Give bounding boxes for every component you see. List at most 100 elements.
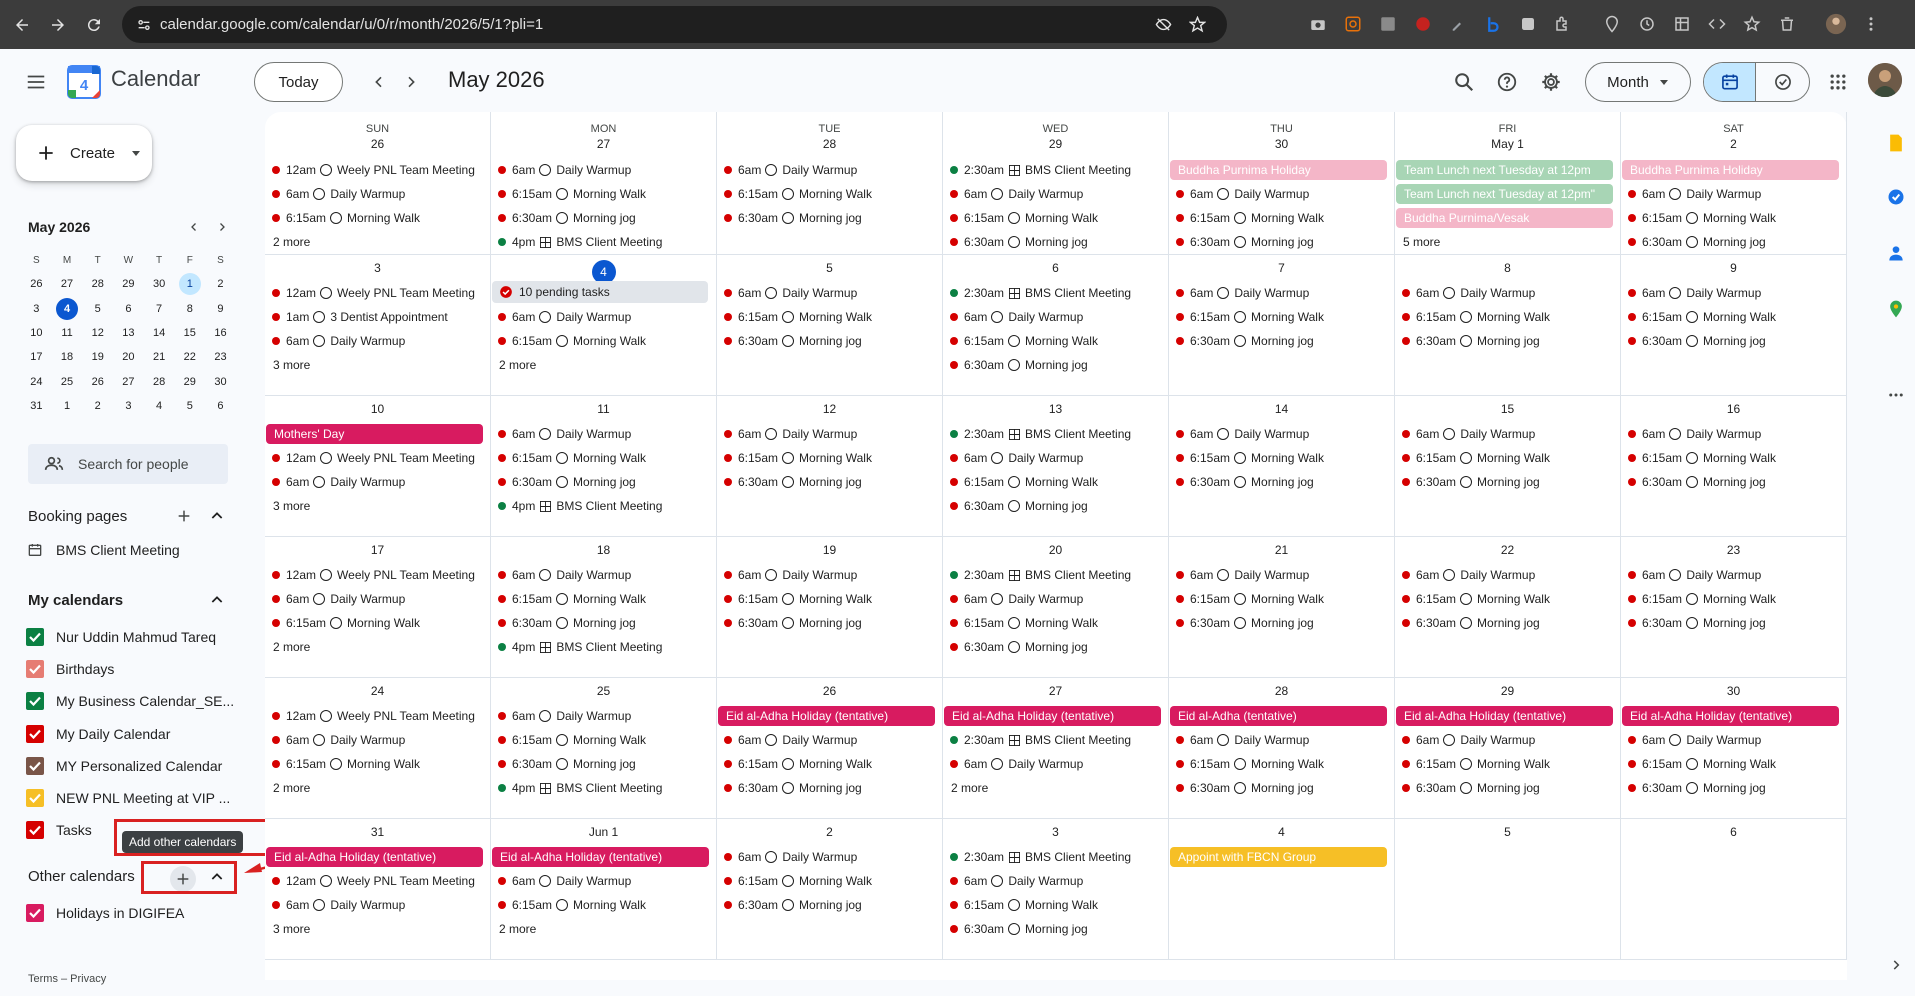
mini-day[interactable]: 25 — [52, 369, 83, 393]
calendar-event[interactable]: 6:30am Morning jog — [950, 355, 1161, 375]
calendar-event[interactable]: 6:15am Morning Walk — [498, 448, 709, 468]
day-cell[interactable]: 14 6am Daily Warmup 6:15am Morning Walk 6:30a… — [1169, 396, 1395, 537]
day-cell[interactable]: 28 Eid al-Adha (tentative) 6am Daily Warmup… — [1169, 678, 1395, 819]
day-number[interactable]: 4 — [1169, 825, 1394, 839]
dropper-extension-icon[interactable] — [1445, 11, 1470, 36]
day-cell[interactable]: 6 2:30am BMS Client Meeting 6am Daily Warmup… — [943, 255, 1169, 396]
booking-page-item[interactable]: BMS Client Meeting — [26, 541, 180, 559]
calendar-event[interactable]: 12am Weely PNL Team Meeting — [272, 706, 483, 726]
all-day-event[interactable]: Buddha Purnima Holiday — [1170, 160, 1387, 180]
back-icon[interactable] — [8, 11, 36, 39]
calendar-event[interactable]: 6:15am Morning Walk — [1402, 589, 1613, 609]
all-day-event[interactable]: Eid al-Adha Holiday (tentative) — [1622, 706, 1839, 726]
checkbox-checked-icon[interactable] — [26, 724, 44, 743]
day-number[interactable]: 10 — [265, 402, 490, 416]
all-day-event[interactable]: Eid al-Adha Holiday (tentative) — [266, 847, 483, 867]
all-day-event[interactable]: Eid al-Adha (tentative) — [1170, 706, 1387, 726]
mini-day[interactable]: 3 — [21, 297, 52, 321]
calendar-event[interactable]: 6:30am Morning jog — [1628, 472, 1839, 492]
calendar-event[interactable]: 6am Daily Warmup — [272, 895, 483, 915]
day-number[interactable]: 29 — [943, 137, 1168, 151]
day-number[interactable]: 22 — [1395, 543, 1620, 557]
calendar-event[interactable]: 6:30am Morning jog — [1402, 472, 1613, 492]
calendar-event[interactable]: 4pm BMS Client Meeting — [498, 637, 709, 657]
day-number[interactable]: 28 — [1169, 684, 1394, 698]
calendar-event[interactable]: 6am Daily Warmup — [724, 160, 935, 180]
mini-day[interactable]: 20 — [113, 345, 144, 369]
more-events-link[interactable]: 5 more — [1403, 235, 1440, 249]
day-number[interactable]: 2 — [717, 825, 942, 839]
calendar-event[interactable]: 6:15am Morning Walk — [1402, 307, 1613, 327]
calendar-event[interactable]: 4pm BMS Client Meeting — [498, 496, 709, 516]
calendar-event[interactable]: 6:15am Morning Walk — [498, 730, 709, 750]
calendar-event[interactable]: 6:30am Morning jog — [724, 778, 935, 798]
day-number[interactable]: 13 — [943, 402, 1168, 416]
day-number[interactable]: 6 — [1621, 825, 1846, 839]
calendar-event[interactable]: 6:30am Morning jog — [1628, 613, 1839, 633]
day-cell[interactable]: SAT 2 Buddha Purnima Holiday 6am Daily Warmu… — [1621, 112, 1847, 255]
calendar-event[interactable]: 6:30am Morning jog — [1176, 613, 1387, 633]
mini-prev-chevron-icon[interactable] — [184, 217, 204, 237]
day-number[interactable]: 23 — [1621, 543, 1846, 557]
calendar-list-item[interactable]: My Business Calendar_SE... — [26, 689, 234, 713]
calendar-event[interactable]: 6:30am Morning jog — [950, 496, 1161, 516]
day-cell[interactable]: 11 6am Daily Warmup 6:15am Morning Walk 6:30a… — [491, 396, 717, 537]
calendar-event[interactable]: 6:30am Morning jog — [1176, 331, 1387, 351]
day-cell[interactable]: 5 — [1395, 819, 1621, 960]
day-cell[interactable]: MON 27 6am Daily Warmup 6:15am Morning Walk 6:… — [491, 112, 717, 255]
calendar-event[interactable]: 6am Daily Warmup — [1402, 565, 1613, 585]
day-cell[interactable]: 7 6am Daily Warmup 6:15am Morning Walk 6:30am… — [1169, 255, 1395, 396]
day-number[interactable]: 16 — [1621, 402, 1846, 416]
calendar-event[interactable]: 6am Daily Warmup — [1176, 565, 1387, 585]
day-number[interactable]: 9 — [1621, 261, 1846, 275]
calendar-event[interactable]: 6:30am Morning jog — [498, 754, 709, 774]
keep-icon[interactable] — [1883, 130, 1909, 156]
mini-day[interactable]: 12 — [82, 321, 113, 345]
s-extension-icon[interactable] — [1410, 11, 1435, 36]
day-number[interactable]: 2 — [1621, 137, 1846, 151]
calendar-event[interactable]: 6:15am Morning Walk — [1628, 307, 1839, 327]
day-number[interactable]: 29 — [1395, 684, 1620, 698]
calendar-event[interactable]: 6am Daily Warmup — [498, 706, 709, 726]
calendar-event[interactable]: 6:15am Morning Walk — [1628, 589, 1839, 609]
day-number[interactable]: 5 — [1395, 825, 1620, 839]
maps-icon[interactable] — [1883, 296, 1909, 322]
puzzle-extension-icon[interactable] — [1550, 11, 1575, 36]
day-number[interactable]: 26 — [265, 137, 490, 151]
calendar-event[interactable]: 6am Daily Warmup — [1402, 424, 1613, 444]
search-people-input[interactable]: Search for people — [28, 444, 228, 484]
calendar-event[interactable]: 2:30am BMS Client Meeting — [950, 730, 1161, 750]
calendar-event[interactable]: 6:15am Morning Walk — [1176, 208, 1387, 228]
mini-day[interactable]: 2 — [205, 272, 236, 296]
eye-slash-icon[interactable] — [1153, 14, 1173, 34]
help-icon[interactable] — [1493, 68, 1521, 96]
calendar-view-icon[interactable] — [1704, 63, 1757, 101]
day-number[interactable]: 6 — [943, 261, 1168, 275]
mini-day[interactable]: 22 — [174, 345, 205, 369]
calendar-event[interactable]: 6am Daily Warmup — [1628, 184, 1839, 204]
all-day-event[interactable]: Eid al-Adha Holiday (tentative) — [718, 706, 935, 726]
calendar-event[interactable]: 6:15am Morning Walk — [272, 613, 483, 633]
all-day-event[interactable]: Buddha Purnima Holiday — [1622, 160, 1839, 180]
calendar-event[interactable]: 6am Daily Warmup — [272, 730, 483, 750]
mini-day[interactable]: 26 — [82, 369, 113, 393]
other-calendars-title[interactable]: Other calendars — [28, 868, 135, 885]
pending-tasks-chip[interactable]: 10 pending tasks — [492, 281, 708, 303]
day-cell[interactable]: 17 12am Weely PNL Team Meeting 6am Daily War… — [265, 537, 491, 678]
day-cell[interactable]: 12 6am Daily Warmup 6:15am Morning Walk 6:30a… — [717, 396, 943, 537]
calendar-event[interactable]: 6am Daily Warmup — [498, 424, 709, 444]
checkbox-checked-icon[interactable] — [26, 789, 44, 807]
calendar-event[interactable]: 6:15am Morning Walk — [1176, 448, 1387, 468]
mini-day[interactable]: 27 — [52, 272, 83, 296]
grammar-extension-icon[interactable] — [1340, 11, 1365, 36]
calendar-event[interactable]: 6am Daily Warmup — [272, 589, 483, 609]
day-number[interactable]: 25 — [491, 684, 716, 698]
calendar-event[interactable]: 6:15am Morning Walk — [950, 208, 1161, 228]
address-bar[interactable]: calendar.google.com/calendar/u/0/r/month… — [122, 6, 1227, 43]
calendar-event[interactable]: 6am Daily Warmup — [1402, 730, 1613, 750]
day-number[interactable]: 27 — [491, 137, 716, 151]
forward-icon[interactable] — [44, 11, 72, 39]
mini-day[interactable]: 2 — [82, 394, 113, 418]
mini-day[interactable]: 13 — [113, 321, 144, 345]
calendar-event[interactable]: 6:30am Morning jog — [1628, 232, 1839, 252]
